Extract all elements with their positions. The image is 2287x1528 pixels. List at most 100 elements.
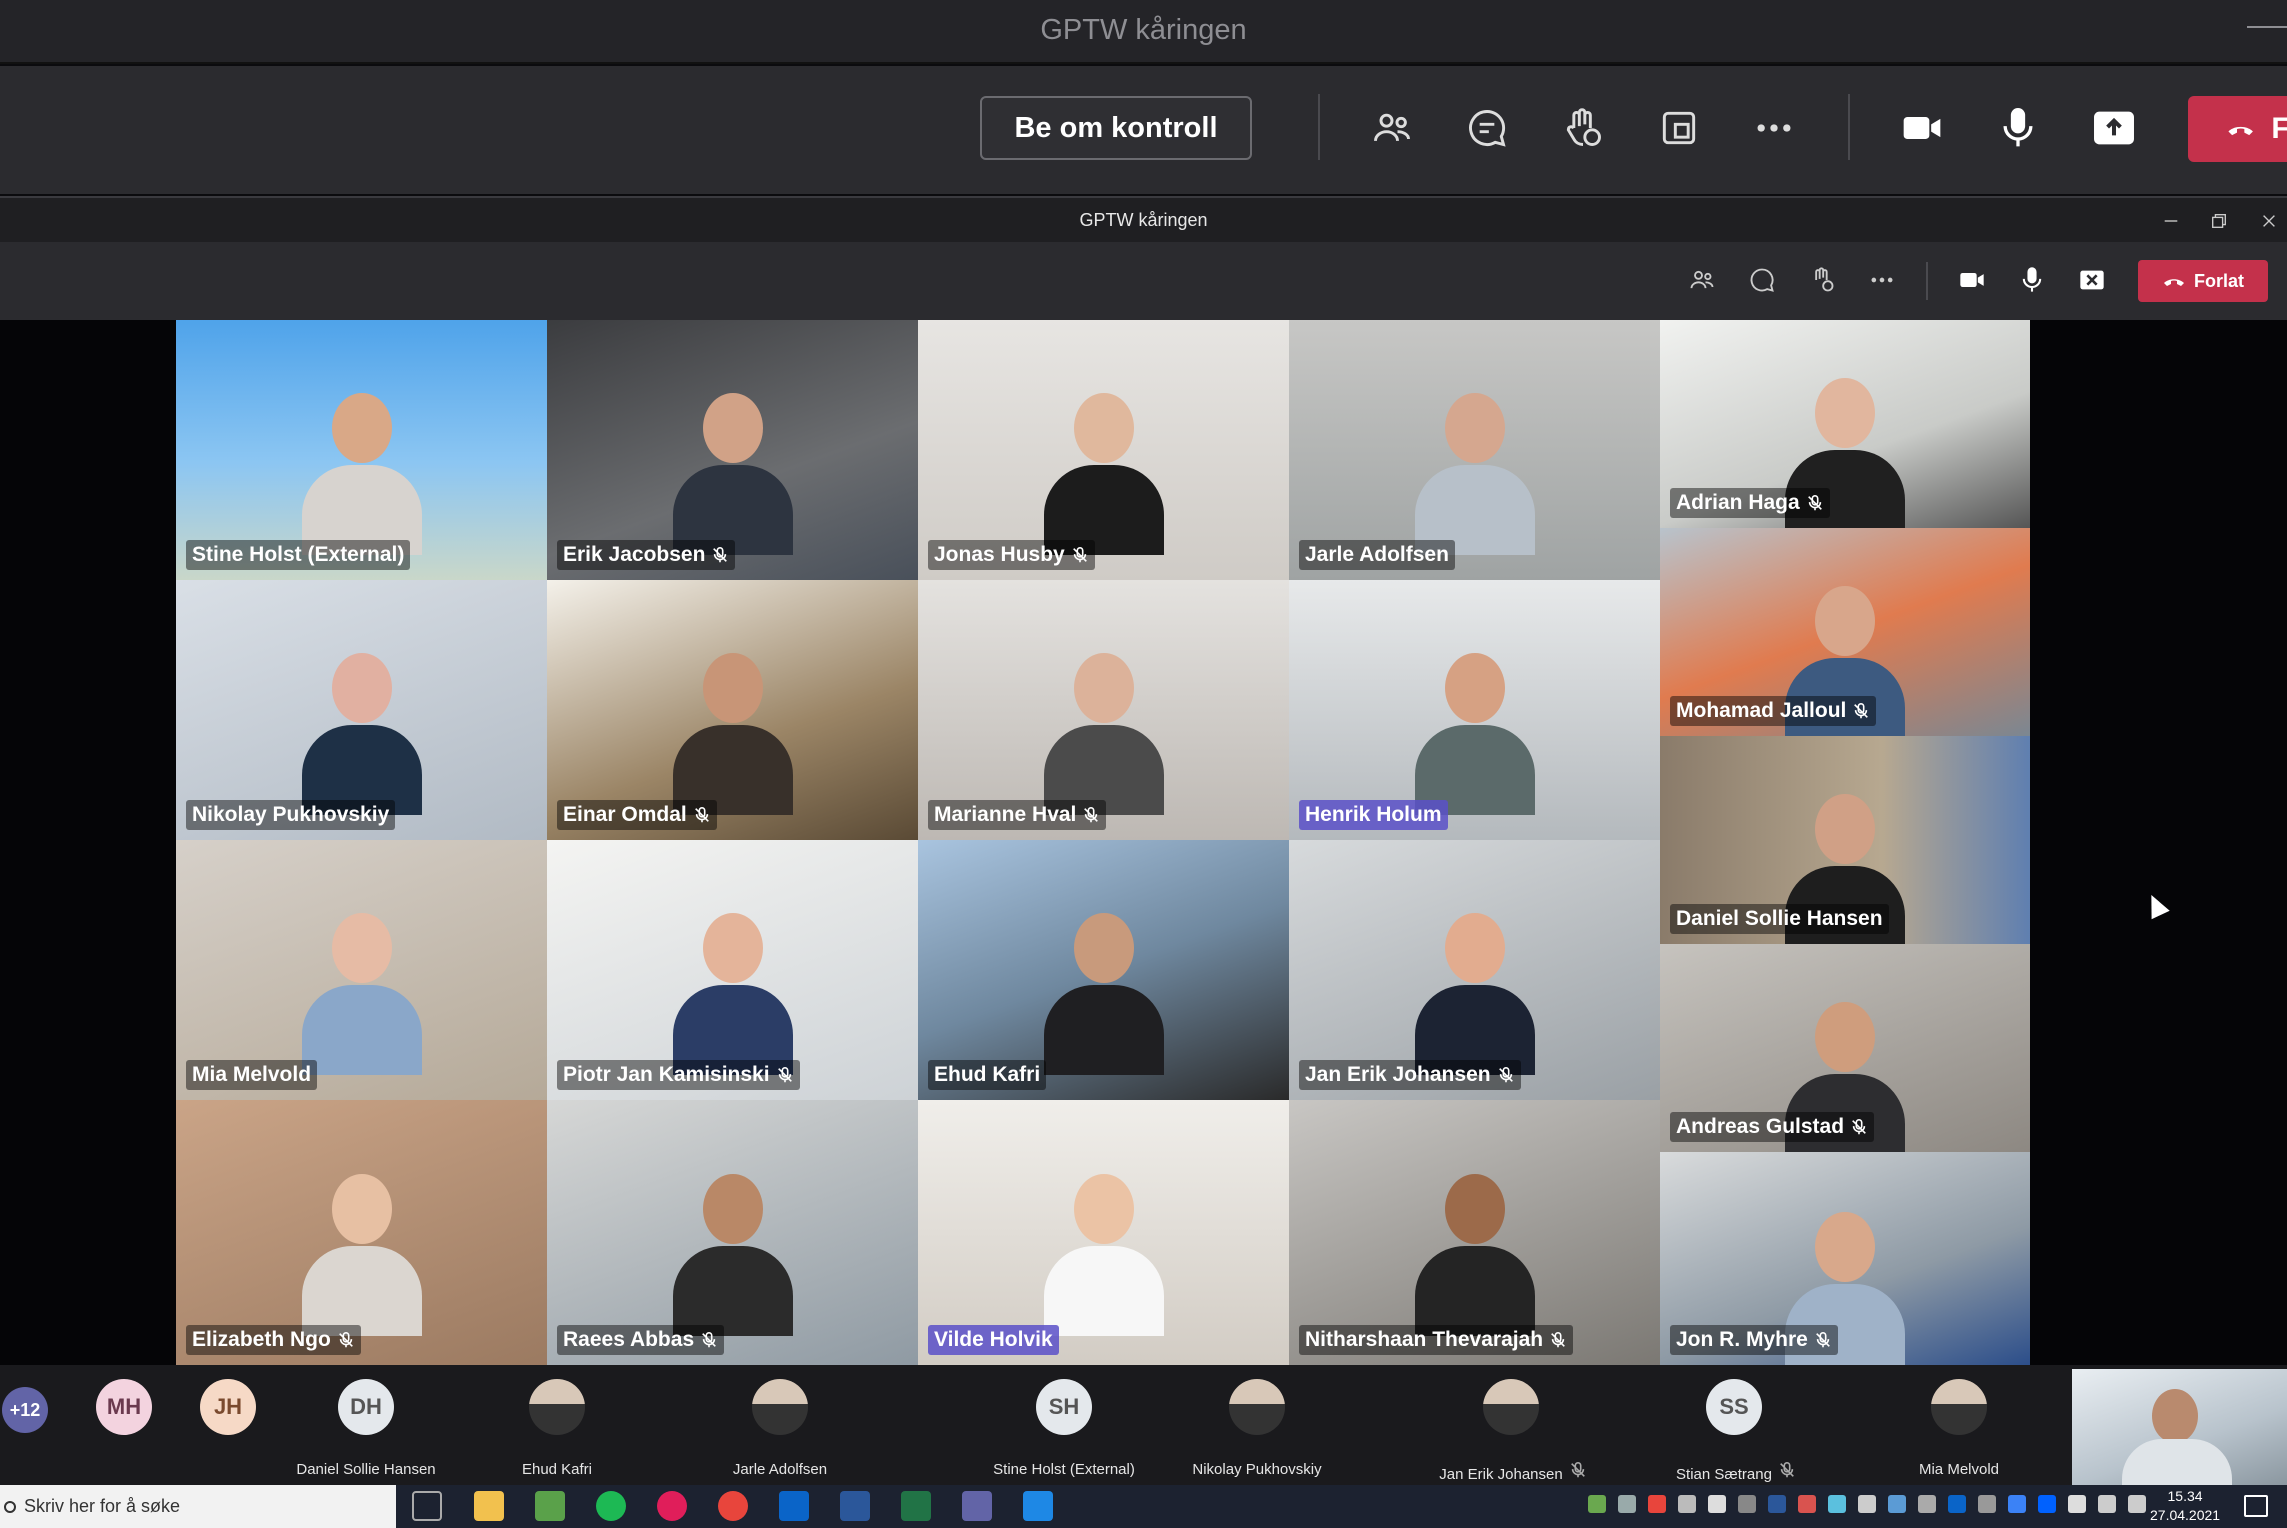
close-button[interactable] [2254,206,2284,236]
tray-icon[interactable] [1588,1495,1606,1513]
tray-icon[interactable] [1798,1495,1816,1513]
tray-icon[interactable] [1888,1495,1906,1513]
participant-avatar[interactable] [1483,1379,1539,1435]
more-actions-button-small[interactable] [1860,258,1904,302]
video-tile[interactable]: Elizabeth Ngo [176,1100,547,1365]
volume-icon[interactable] [2128,1495,2146,1513]
video-tile[interactable]: Henrik Holum [1289,580,1660,840]
taskbar-search-input[interactable]: Skriv her for å søke [0,1485,396,1528]
tray-icon[interactable] [1738,1495,1756,1513]
video-tile[interactable]: Mia Melvold [176,840,547,1100]
reactions-button[interactable] [1551,96,1615,160]
microphone-button[interactable] [1986,96,2050,160]
participant-avatar[interactable] [1229,1379,1285,1435]
video-tile[interactable]: Nitharshaan Thevarajah [1289,1100,1660,1365]
participant-name: Andreas Gulstad [1676,1115,1845,1138]
video-tile[interactable]: Piotr Jan Kamisinski [547,840,918,1100]
notepad-icon[interactable] [535,1491,565,1521]
camera-button-small[interactable] [1950,258,1994,302]
word-icon[interactable] [840,1491,870,1521]
video-tile[interactable]: Vilde Holvik [918,1100,1289,1365]
video-tile[interactable]: Jonas Husby [918,320,1289,580]
file-explorer-icon[interactable] [474,1491,504,1521]
mic-off-icon [1850,1118,1868,1136]
video-tile[interactable]: Jarle Adolfsen [1289,320,1660,580]
participant-strip-label: Ehud Kafri [447,1461,667,1478]
tray-icon[interactable] [1918,1495,1936,1513]
participant-avatar[interactable]: SH [1036,1379,1092,1435]
teams-icon[interactable] [962,1491,992,1521]
request-control-button[interactable]: Be om kontroll [980,96,1252,160]
video-tile[interactable]: Daniel Sollie Hansen [1660,736,2030,944]
video-tile[interactable]: Erik Jacobsen [547,320,918,580]
inner-title-bar: GPTW kåringen [0,196,2287,242]
tray-icon[interactable] [2038,1495,2056,1513]
participant-name: Nikolay Pukhovskiy [192,803,390,826]
leave-button-outer[interactable]: Fo [2188,96,2287,162]
chat-button-small[interactable] [1740,258,1784,302]
minimize-icon[interactable] [2247,26,2287,28]
video-tile[interactable]: Mohamad Jalloul [1660,528,2030,736]
participant-strip-name: Ehud Kafri [521,1461,593,1478]
notification-center-icon[interactable] [2244,1495,2268,1517]
leave-button[interactable]: Forlat [2138,260,2268,302]
video-tile[interactable]: Stine Holst (External) [176,320,547,580]
video-tile[interactable]: Raees Abbas [547,1100,918,1365]
rooms-button[interactable] [1647,96,1711,160]
video-tile[interactable]: Nikolay Pukhovskiy [176,580,547,840]
taskbar-clock[interactable]: 15.34 27.04.2021 [2150,1487,2220,1525]
video-tile[interactable]: Einar Omdal [547,580,918,840]
participant-name-label: Mohamad Jalloul [1670,696,1877,726]
tray-icon[interactable] [1648,1495,1666,1513]
tray-icon[interactable] [2008,1495,2026,1513]
participant-avatar[interactable] [1931,1379,1987,1435]
outer-meeting-toolbar: Be om kontroll Fo [0,66,2287,194]
video-tile[interactable]: Jan Erik Johansen [1289,840,1660,1100]
participant-strip-label: Jarle Adolfsen [670,1461,890,1478]
tray-icon[interactable] [1828,1495,1846,1513]
video-tile[interactable]: Andreas Gulstad [1660,944,2030,1152]
excel-icon[interactable] [901,1491,931,1521]
participant-avatar[interactable]: SS [1706,1379,1762,1435]
video-tile[interactable]: Ehud Kafri [918,840,1289,1100]
avatar-initials[interactable]: MH [96,1379,152,1435]
participants-button-small[interactable] [1680,258,1724,302]
tray-icon[interactable] [1858,1495,1876,1513]
microphone-button-small[interactable] [2010,258,2054,302]
tray-icon[interactable] [2068,1495,2086,1513]
slack-icon[interactable] [657,1491,687,1521]
participants-button[interactable] [1360,96,1424,160]
participant-avatar[interactable] [752,1379,808,1435]
video-tile[interactable]: Adrian Haga [1660,320,2030,528]
share-screen-button[interactable] [2082,96,2146,160]
remote-desktop-icon[interactable] [1023,1491,1053,1521]
camera-button[interactable] [1890,96,1954,160]
chrome-icon[interactable] [718,1491,748,1521]
participant-video [1043,393,1164,555]
wifi-icon[interactable] [2098,1495,2116,1513]
restore-button[interactable] [2204,206,2234,236]
video-tile[interactable]: Marianne Hval [918,580,1289,840]
stop-sharing-button[interactable] [2070,258,2114,302]
reactions-button-small[interactable] [1800,258,1844,302]
tray-icon[interactable] [1618,1495,1636,1513]
more-participants-button[interactable]: +12 [2,1387,48,1433]
participant-avatar[interactable]: DH [338,1379,394,1435]
spotify-icon[interactable] [596,1491,626,1521]
mic-off-icon [693,806,711,824]
task-view-icon[interactable] [412,1491,442,1521]
minimize-button[interactable] [2156,206,2186,236]
avatar-initials[interactable]: JH [200,1379,256,1435]
tray-icon[interactable] [1708,1495,1726,1513]
chat-button[interactable] [1455,96,1519,160]
participant-strip-label: Mia Melvold [1849,1461,2069,1478]
participant-name: Ehud Kafri [934,1063,1041,1086]
tray-icon[interactable] [1978,1495,1996,1513]
participant-avatar[interactable] [529,1379,585,1435]
outlook-icon[interactable] [779,1491,809,1521]
more-actions-button[interactable] [1742,96,1806,160]
tray-icon[interactable] [1768,1495,1786,1513]
tray-icon[interactable] [1948,1495,1966,1513]
video-tile[interactable]: Jon R. Myhre [1660,1152,2030,1365]
tray-icon[interactable] [1678,1495,1696,1513]
